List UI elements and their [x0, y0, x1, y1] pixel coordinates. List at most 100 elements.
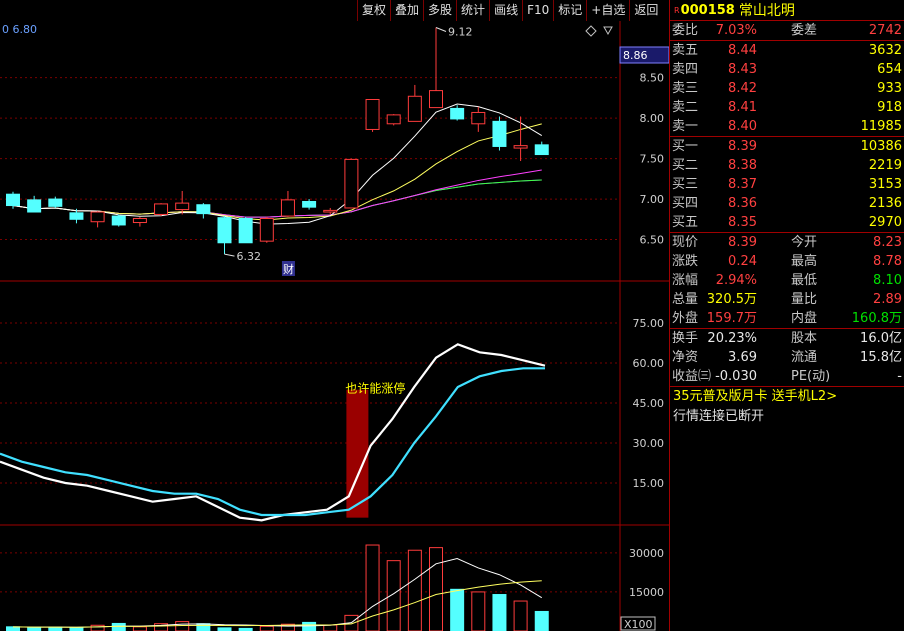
- stats-list: 现价 8.39 今开 8.23 涨跌 0.24 最高 8.78 涨幅 2.94% 最低 8.10 总量 3…: [670, 233, 904, 328]
- bid-label: 买五: [672, 215, 699, 230]
- promo-link[interactable]: 35元普及版月卡 送手机L2>: [670, 387, 904, 407]
- stat-row: 涨幅 2.94% 最低 8.10: [670, 271, 904, 290]
- ask-row[interactable]: 卖五 8.44 3632: [670, 41, 904, 60]
- bid-label: 买四: [672, 196, 699, 211]
- ask-price: 8.42: [728, 81, 757, 96]
- candle-body: [196, 204, 211, 215]
- ma-legend: 0 6.80: [2, 23, 37, 36]
- fundamental-row-v1: -0.030: [715, 369, 757, 384]
- bid-volume: 2970: [868, 215, 902, 230]
- candle-body: [27, 199, 42, 213]
- indicator-line-0: [0, 343, 546, 522]
- stat-row-v2: 8.78: [873, 254, 902, 269]
- toolbar-button-5[interactable]: F10: [522, 0, 553, 21]
- high-leader: [435, 27, 447, 32]
- fundamental-row-l1: 换手: [672, 331, 699, 346]
- fundamental-row-v2: 16.0亿: [860, 331, 902, 346]
- stat-row-v2: 8.23: [873, 235, 902, 250]
- indicator-tick-label: 75.00: [633, 317, 665, 330]
- bid-row[interactable]: 买二 8.38 2219: [670, 156, 904, 175]
- ma5-line: [12, 103, 543, 225]
- fundamental-row: 收益㈢ -0.030 PE(动) -: [670, 367, 904, 386]
- stock-name: 常山北明: [738, 3, 795, 19]
- bid-price: 8.39: [728, 139, 757, 154]
- ask-row[interactable]: 卖四 8.43 654: [670, 60, 904, 79]
- bid-row[interactable]: 买一 8.39 10386: [670, 137, 904, 156]
- stat-row-v1: 0.24: [728, 254, 757, 269]
- indicator-tick-label: 30.00: [633, 437, 665, 450]
- stat-row-v1: 320.5万: [706, 292, 757, 307]
- toolbar-button-8[interactable]: 返回: [629, 0, 662, 21]
- bid-label: 买二: [672, 158, 699, 173]
- ask-row[interactable]: 卖三 8.42 933: [670, 79, 904, 98]
- connection-status: 行情连接已断开: [673, 409, 765, 424]
- bid-row[interactable]: 买四 8.36 2136: [670, 194, 904, 213]
- toolbar-button-4[interactable]: 画线: [489, 0, 522, 21]
- toolbar-button-2[interactable]: 多股: [423, 0, 456, 21]
- ask-row[interactable]: 卖二 8.41 918: [670, 98, 904, 117]
- expand-icon: [585, 25, 597, 37]
- price-tick-label: 7.50: [640, 153, 665, 166]
- ask-price: 8.43: [728, 62, 757, 77]
- stat-row: 外盘 159.7万 内盘 160.8万: [670, 309, 904, 328]
- candle-body: [175, 202, 190, 211]
- volume-tick-label: 30000: [629, 547, 664, 560]
- ask-volume: 3632: [868, 43, 902, 58]
- indicator-tick-label: 60.00: [633, 357, 665, 370]
- fundamentals-list: 换手 20.23% 股本 16.0亿 净资 3.69 流通 15.8亿 收益㈢ -0.030 PE(…: [670, 329, 904, 386]
- bid-volume: 2219: [868, 158, 902, 173]
- toolbar-button-0[interactable]: 复权: [357, 0, 390, 21]
- chart-toolbar: 复权 叠加 多股 统计 画线 F10 标记 +自选 返回: [357, 0, 669, 21]
- stat-row-l1: 总量: [672, 292, 699, 307]
- bid-row[interactable]: 买五 8.35 2970: [670, 213, 904, 232]
- ask-volume: 918: [877, 100, 902, 115]
- stat-row: 现价 8.39 今开 8.23: [670, 233, 904, 252]
- stat-row-l1: 现价: [672, 235, 699, 250]
- volume-bar: [323, 624, 338, 631]
- volume-bar: [27, 626, 42, 631]
- low-leader: [224, 253, 235, 257]
- committee-diff-label: 委差: [791, 23, 818, 38]
- stat-row-v1: 2.94%: [715, 273, 757, 288]
- volume-bar: [196, 623, 211, 631]
- bid-row[interactable]: 买三 8.37 3153: [670, 175, 904, 194]
- stat-row-v2: 160.8万: [851, 311, 902, 326]
- volume-bar: [450, 588, 465, 631]
- stat-row-v1: 8.39: [728, 235, 757, 250]
- toolbar-button-7[interactable]: +自选: [586, 0, 629, 21]
- volume-unit-label: X100: [624, 618, 653, 631]
- kline-chart[interactable]: 8.50 8.00 7.50 7.00 6.50 75.00 60.00 45.00 30.00…: [0, 21, 669, 631]
- volume-bar: [111, 622, 126, 631]
- toolbar-button-6[interactable]: 标记: [553, 0, 586, 21]
- price-tick-label: 8.50: [640, 72, 665, 85]
- stat-row: 涨跌 0.24 最高 8.78: [670, 252, 904, 271]
- high-label: 9.12: [448, 25, 473, 38]
- toolbar-button-1[interactable]: 叠加: [390, 0, 423, 21]
- candle-body: [259, 217, 274, 242]
- chart-area[interactable]: 8.50 8.00 7.50 7.00 6.50 75.00 60.00 45.00 30.00…: [0, 21, 669, 631]
- candle-body: [111, 215, 126, 226]
- quote-panel: R 000158 常山北明 委比 7.03% 委差 2742 卖五 8.44 363…: [669, 0, 904, 631]
- candle-body: [429, 90, 443, 109]
- price-tick-label: 7.00: [640, 193, 665, 206]
- bid-list: 买一 8.39 10386 买二 8.38 2219 买三 8.37 3153 买四 8.36 213…: [670, 137, 904, 232]
- stat-row-l1: 涨跌: [672, 254, 699, 269]
- bid-volume: 2136: [868, 196, 902, 211]
- fundamental-row-l1: 收益㈢: [672, 369, 712, 384]
- low-label: 6.32: [237, 250, 262, 263]
- candle-body: [386, 114, 401, 125]
- candle-body: [280, 199, 295, 217]
- ask-label: 卖五: [672, 43, 699, 58]
- stat-row: 总量 320.5万 量比 2.89: [670, 290, 904, 309]
- ask-row[interactable]: 卖一 8.40 11985: [670, 117, 904, 136]
- bid-volume: 10386: [860, 139, 902, 154]
- candle-body: [132, 217, 147, 224]
- candle-body: [6, 193, 20, 207]
- candle-body: [344, 158, 359, 209]
- stat-row-l2: 今开: [791, 235, 818, 250]
- collapse-icon: [603, 26, 613, 36]
- candle-body: [238, 217, 253, 244]
- ask-price: 8.41: [728, 100, 757, 115]
- fundamental-row-l1: 净资: [672, 350, 699, 365]
- toolbar-button-3[interactable]: 统计: [456, 0, 489, 21]
